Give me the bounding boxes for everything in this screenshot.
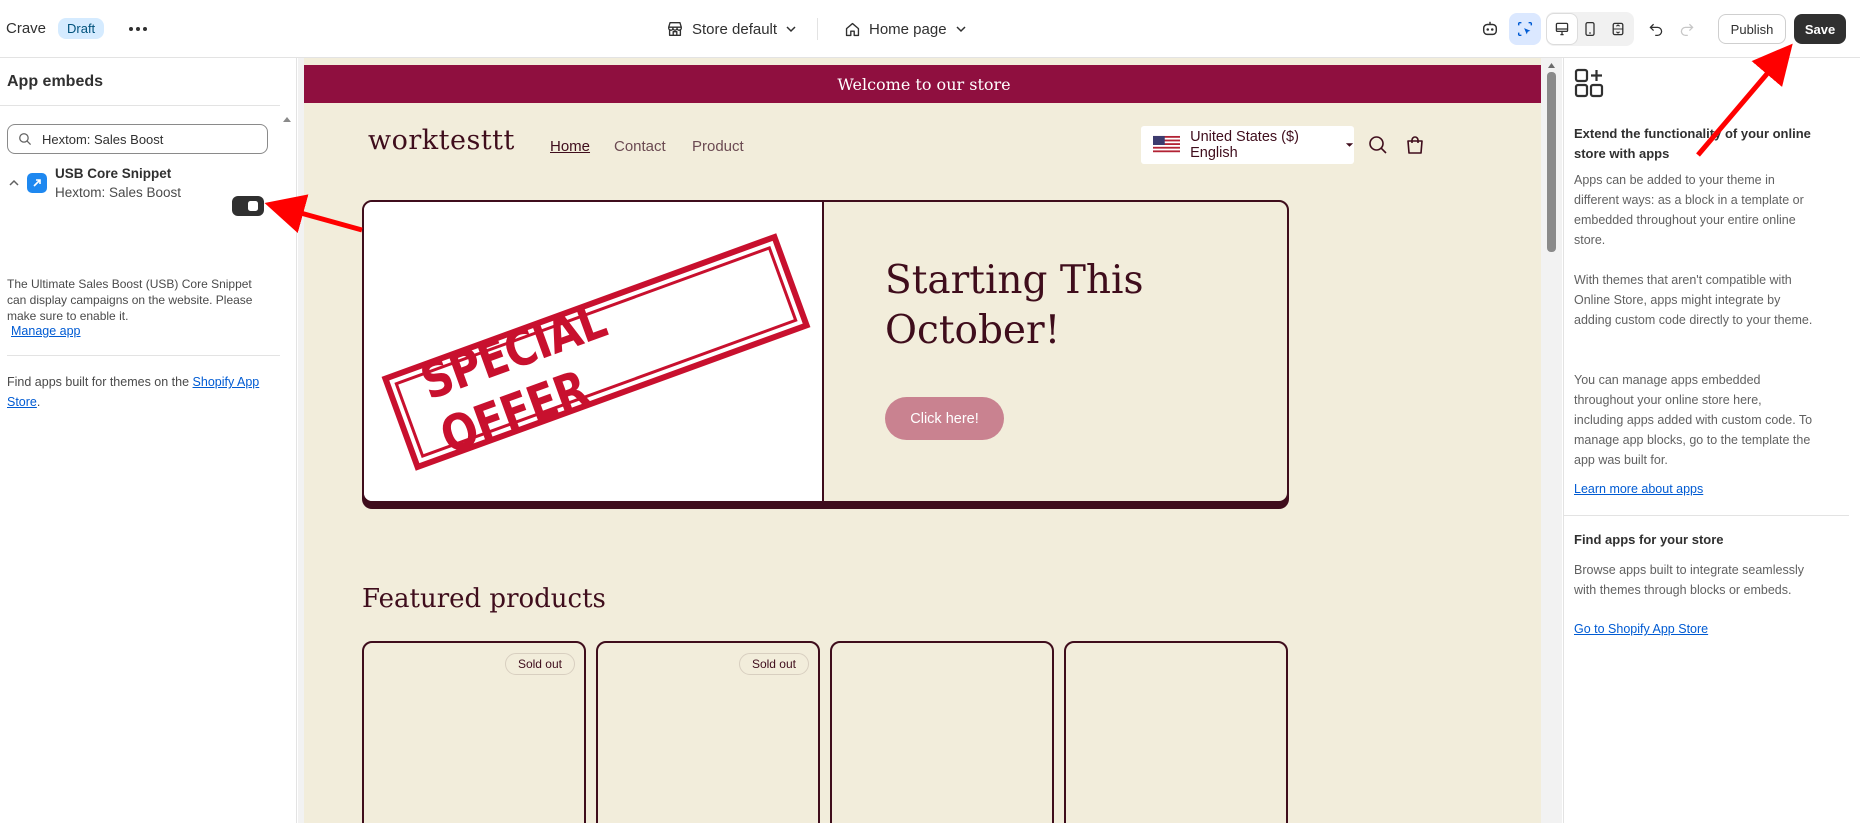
sold-out-badge: Sold out	[504, 653, 575, 675]
status-badge: Draft	[58, 18, 105, 39]
sold-out-badge: Sold out	[738, 653, 809, 675]
caret-down-icon	[1345, 143, 1354, 147]
chevron-down-icon	[956, 26, 966, 33]
scrollbar-thumb[interactable]	[1547, 72, 1556, 252]
chevron-down-icon	[786, 26, 796, 33]
locale-selector[interactable]: United States ($) English	[1141, 126, 1354, 164]
product-card[interactable]: Sold out	[362, 641, 586, 823]
store-logo[interactable]: worktesttt	[368, 125, 515, 156]
find-apps-text: Find apps built for themes on the Shopif…	[7, 375, 260, 409]
nav-product[interactable]: Product	[692, 138, 744, 155]
announcement-text: Welcome to our store	[837, 74, 1011, 94]
publish-button[interactable]: Publish	[1718, 14, 1786, 44]
embed-app-name: Hextom: Sales Boost	[55, 185, 182, 200]
more-actions-icon[interactable]	[122, 13, 154, 45]
product-card[interactable]	[1064, 641, 1288, 823]
special-offer-stamp: SPECIAL OFFER	[381, 233, 811, 471]
panel-para-2: With themes that aren't compatible with …	[1574, 273, 1813, 327]
panel-para-1: Apps can be added to your theme in diffe…	[1574, 173, 1804, 247]
app-logo-icon	[27, 173, 47, 193]
special-offer-image: SPECIAL OFFER	[364, 202, 824, 501]
panel-para-3: You can manage apps embedded throughout …	[1574, 373, 1813, 467]
right-panel: Extend the functionality of your online …	[1563, 58, 1860, 823]
divider	[1564, 515, 1849, 516]
search-icon[interactable]	[1368, 135, 1388, 155]
featured-title: Featured products	[362, 584, 606, 614]
inspector-icon[interactable]	[1509, 13, 1541, 45]
store-name: Crave	[6, 20, 47, 37]
theme-selector-label: Store default	[692, 20, 778, 38]
go-to-app-store-link[interactable]: Go to Shopify App Store	[1574, 622, 1708, 636]
home-icon	[845, 22, 860, 36]
left-sidebar: App embeds Hextom: Sales Boost USB Core …	[0, 58, 297, 823]
storefront: Welcome to our store worktesttt Home Con…	[304, 58, 1544, 823]
sidebar-title: App embeds	[7, 73, 104, 90]
toggle-knob	[248, 201, 258, 211]
save-button[interactable]: Save	[1794, 14, 1846, 44]
hero-heading: Starting This October!	[885, 258, 1144, 353]
hero-banner: SPECIAL OFFER Starting This October! Cli…	[362, 200, 1289, 503]
embed-toggle[interactable]	[232, 196, 264, 216]
redo-icon[interactable]	[1671, 13, 1703, 45]
embed-name: USB Core Snippet	[55, 166, 172, 181]
divider	[817, 18, 818, 40]
divider	[7, 355, 280, 356]
product-card[interactable]	[830, 641, 1054, 823]
ai-sidekick-icon[interactable]	[1474, 13, 1506, 45]
preview-scrollbar[interactable]	[1541, 58, 1562, 823]
apps-icon	[1574, 68, 1604, 98]
cart-icon[interactable]	[1404, 134, 1426, 156]
nav-home[interactable]: Home	[550, 138, 590, 155]
announcement-bar: Welcome to our store	[304, 65, 1544, 103]
find-apps-title: Find apps for your store	[1574, 532, 1724, 547]
nav-contact[interactable]: Contact	[614, 138, 666, 155]
undo-icon[interactable]	[1640, 13, 1672, 45]
top-bar: Crave Draft Store default Home page Publ…	[0, 0, 1860, 58]
locale-label: United States ($) English	[1190, 129, 1299, 161]
store-icon	[668, 22, 682, 36]
learn-more-link[interactable]: Learn more about apps	[1574, 482, 1703, 496]
divider	[0, 105, 280, 106]
fullscreen-icon[interactable]	[1602, 13, 1634, 45]
chevron-up-icon[interactable]	[8, 178, 20, 188]
us-flag-icon	[1153, 135, 1181, 155]
find-apps-text: Browse apps built to integrate seamlessl…	[1574, 563, 1804, 597]
embed-description: The Ultimate Sales Boost (USB) Core Snip…	[7, 277, 253, 323]
page-selector[interactable]: Home page	[844, 16, 967, 42]
scroll-up-icon[interactable]	[282, 110, 292, 128]
panel-title: Extend the functionality of your online …	[1574, 126, 1811, 161]
stamp-text: SPECIAL OFFER	[413, 291, 614, 466]
manage-app-link[interactable]: Manage app	[11, 324, 81, 338]
search-icon	[19, 133, 32, 146]
search-value: Hextom: Sales Boost	[42, 131, 164, 147]
theme-preview: Welcome to our store worktesttt Home Con…	[298, 58, 1562, 823]
hero-cta-button[interactable]: Click here!	[885, 397, 1004, 440]
page-selector-label: Home page	[869, 20, 947, 38]
search-input[interactable]: Hextom: Sales Boost	[7, 124, 268, 154]
product-card[interactable]: Sold out	[596, 641, 820, 823]
theme-selector[interactable]: Store default	[666, 16, 797, 42]
